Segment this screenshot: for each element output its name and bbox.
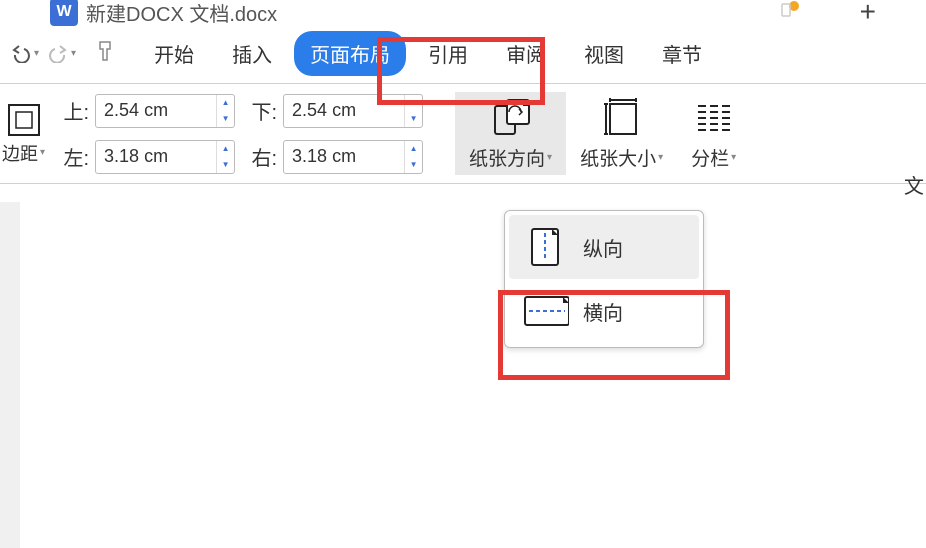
margin-inputs-left-col: 上: 2.54 cm ▲▼ 左: 3.18 cm ▲▼: [51, 94, 239, 174]
spinner[interactable]: ▲▼: [404, 95, 422, 127]
text-direction-partial: 文: [904, 170, 924, 199]
chevron-down-icon: ▾: [71, 48, 76, 59]
orientation-dropdown: 纵向 横向: [504, 210, 704, 348]
margins-icon: [6, 102, 42, 138]
chevron-down-icon: ▾: [547, 152, 552, 163]
tab-view[interactable]: 视图: [568, 31, 640, 76]
orientation-portrait[interactable]: 纵向: [509, 215, 699, 279]
redo-button[interactable]: ▾: [47, 45, 76, 63]
spinner[interactable]: ▲▼: [216, 95, 234, 127]
paper-size-icon: [600, 96, 644, 140]
margin-inputs-right-col: 下: 2.54 cm ▲▼ 右: 3.18 cm ▲▼: [239, 94, 427, 174]
margin-top-label: 上:: [55, 96, 89, 125]
document-edge: [0, 202, 20, 548]
portrait-icon: [521, 225, 569, 269]
margin-left-input[interactable]: 3.18 cm ▲▼: [95, 140, 235, 174]
margin-right-label: 右:: [243, 142, 277, 171]
tab-review[interactable]: 审阅: [490, 31, 562, 76]
format-painter-icon[interactable]: [94, 40, 114, 67]
tab-start[interactable]: 开始: [138, 31, 210, 76]
margin-bottom-label: 下:: [243, 96, 277, 125]
tab-insert[interactable]: 插入: [216, 31, 288, 76]
margin-top-input[interactable]: 2.54 cm ▲▼: [95, 94, 235, 128]
columns-icon: [692, 96, 736, 140]
margins-group[interactable]: 边距▾: [0, 102, 51, 166]
margin-right-input[interactable]: 3.18 cm ▲▼: [283, 140, 423, 174]
margins-label: 边距▾: [2, 140, 45, 166]
tab-references[interactable]: 引用: [412, 31, 484, 76]
columns-button[interactable]: 分栏 ▾: [677, 92, 750, 175]
spinner[interactable]: ▲▼: [216, 141, 234, 173]
orientation-icon: [489, 96, 533, 140]
ribbon: 边距▾ 上: 2.54 cm ▲▼ 左: 3.18 cm ▲▼ 下: 2.54 …: [0, 84, 926, 184]
margin-bottom-input[interactable]: 2.54 cm ▲▼: [283, 94, 423, 128]
chevron-down-icon: ▾: [658, 152, 663, 163]
paper-size-button[interactable]: 纸张大小 ▾: [566, 92, 677, 175]
doc-type-icon: W: [50, 0, 78, 26]
spinner[interactable]: ▲▼: [404, 141, 422, 173]
undo-redo-group: ▾ ▾: [10, 40, 114, 67]
tab-page-layout[interactable]: 页面布局: [294, 31, 406, 76]
menubar: ▾ ▾ 开始 插入 页面布局 引用 审阅 视图 章节: [0, 24, 926, 84]
landscape-icon: [521, 289, 569, 333]
titlebar: W 新建DOCX 文档.docx +: [0, 0, 926, 24]
status-indicator: [780, 0, 800, 25]
margin-left-label: 左:: [55, 142, 89, 171]
chevron-down-icon: ▾: [731, 152, 736, 163]
orientation-landscape[interactable]: 横向: [509, 279, 699, 343]
chevron-down-icon: ▾: [34, 48, 39, 59]
tab-chapter[interactable]: 章节: [646, 31, 718, 76]
new-tab-button[interactable]: +: [860, 0, 876, 28]
undo-button[interactable]: ▾: [10, 45, 39, 63]
orientation-button[interactable]: 纸张方向 ▾: [455, 92, 566, 175]
document-title: 新建DOCX 文档.docx: [86, 0, 277, 27]
